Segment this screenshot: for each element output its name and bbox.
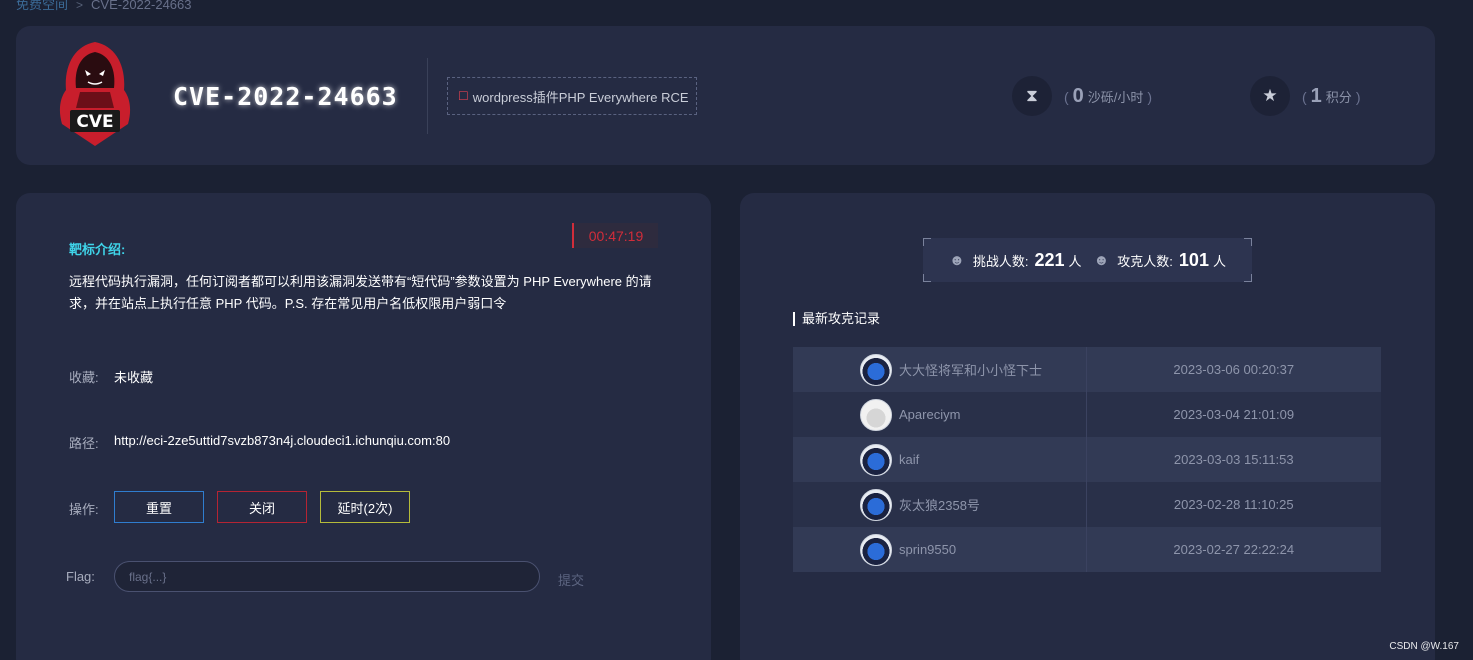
record-user: 大大怪将军和小小怪下士 — [899, 363, 1043, 378]
path-label: 路径: — [69, 436, 99, 451]
records-table: 大大怪将军和小小怪下士 2023-03-06 00:20:37 Apareciy… — [793, 347, 1381, 572]
solvers-label: 攻克人数: — [1117, 253, 1173, 269]
countdown-timer: 00:47:19 — [572, 223, 658, 248]
intro-text: 远程代码执行漏洞，任何订阅者都可以利用该漏洞发送带有“短代码”参数设置为 PHP… — [69, 274, 652, 311]
collect-label: 收藏: — [69, 370, 99, 385]
points-stat: ★ ( 1 积分 ) — [1250, 76, 1360, 116]
page-title: CVE-2022-24663 — [173, 82, 398, 111]
solvers-count: 101 — [1178, 249, 1209, 270]
header-divider — [427, 58, 428, 134]
records-title: 最新攻克记录 — [793, 312, 880, 326]
sand-rate-stat: ⧗ ( 0 沙砾/小时 ) — [1012, 76, 1152, 116]
record-time: 2023-02-28 11:10:25 — [1173, 497, 1294, 512]
challenge-header: CVE CVE-2022-24663 ☐ wordpress插件PHP Ever… — [16, 26, 1435, 165]
record-user: sprin9550 — [899, 542, 957, 557]
table-row: 大大怪将军和小小怪下士 2023-03-06 00:20:37 — [793, 347, 1381, 392]
intro-title: 靶标介绍: — [69, 242, 126, 257]
flag-input[interactable] — [114, 561, 540, 592]
person-icon: ☻ — [1093, 251, 1110, 269]
record-time: 2023-03-06 00:20:37 — [1173, 362, 1295, 377]
submit-button[interactable]: 提交 — [558, 570, 584, 589]
sand-rate-unit: 沙砾/小时 — [1087, 89, 1144, 105]
person-icon: ☻ — [949, 251, 965, 269]
table-row: Apareciym 2023-03-04 21:01:09 — [793, 392, 1381, 437]
medal-icon: ★ — [1250, 76, 1290, 116]
record-user: Apareciym — [899, 407, 961, 422]
vuln-tag-label: wordpress插件PHP Everywhere RCE — [472, 89, 689, 105]
solvers-unit: 人 — [1212, 253, 1226, 269]
bookmark-icon: ☐ — [458, 89, 469, 103]
breadcrumb-root-link[interactable]: 免费空间 — [16, 0, 68, 13]
challenge-detail-panel: 00:47:19 靶标介绍: 远程代码执行漏洞，任何订阅者都可以利用该漏洞发送带… — [16, 193, 711, 660]
record-user: kaif — [899, 452, 920, 467]
table-row: kaif 2023-03-03 15:11:53 — [793, 437, 1381, 482]
points-value: 1 — [1310, 84, 1322, 107]
avatar — [860, 488, 892, 521]
reset-button[interactable]: 重置 — [114, 491, 204, 523]
breadcrumb: 免费空间 > CVE-2022-24663 — [16, 0, 192, 13]
challengers-unit: 人 — [1068, 253, 1082, 269]
table-row: 灰太狼2358号 2023-02-28 11:10:25 — [793, 482, 1381, 527]
ops-label: 操作: — [69, 502, 99, 517]
avatar — [860, 398, 892, 431]
challengers-count: 221 — [1034, 249, 1065, 270]
logo-text: CVE — [76, 112, 113, 132]
record-time: 2023-03-03 15:11:53 — [1173, 452, 1294, 467]
points-unit: 积分 — [1325, 89, 1352, 105]
participant-counts: ☻ 挑战人数: 221 人 ☻ 攻克人数: 101 人 — [923, 238, 1252, 282]
collect-value[interactable]: 未收藏 — [114, 367, 153, 386]
challengers-label: 挑战人数: — [972, 253, 1029, 269]
breadcrumb-separator: > — [76, 0, 84, 12]
delay-button[interactable]: 延时(2次) — [320, 491, 410, 523]
cve-logo: CVE — [54, 40, 136, 150]
record-user: 灰太狼2358号 — [899, 498, 980, 513]
sand-rate-value: 0 — [1072, 84, 1084, 107]
avatar — [860, 353, 892, 386]
close-button[interactable]: 关闭 — [217, 491, 307, 523]
flag-label: Flag: — [66, 569, 95, 584]
watermark: CSDN @W.167 — [1389, 641, 1459, 652]
hourglass-icon: ⧗ — [1012, 76, 1052, 116]
record-time: 2023-03-04 21:01:09 — [1173, 407, 1295, 422]
avatar — [860, 533, 892, 566]
vuln-tag: ☐ wordpress插件PHP Everywhere RCE — [447, 77, 697, 115]
avatar — [860, 443, 892, 476]
record-time: 2023-02-27 22:22:24 — [1173, 542, 1295, 557]
path-link[interactable]: http://eci-2ze5uttid7svzb873n4j.cloudeci… — [114, 433, 450, 448]
breadcrumb-current: CVE-2022-24663 — [91, 0, 192, 12]
records-panel: ☻ 挑战人数: 221 人 ☻ 攻克人数: 101 人 最新攻克记录 大大怪将军… — [740, 193, 1435, 660]
table-row: sprin9550 2023-02-27 22:22:24 — [793, 527, 1381, 572]
